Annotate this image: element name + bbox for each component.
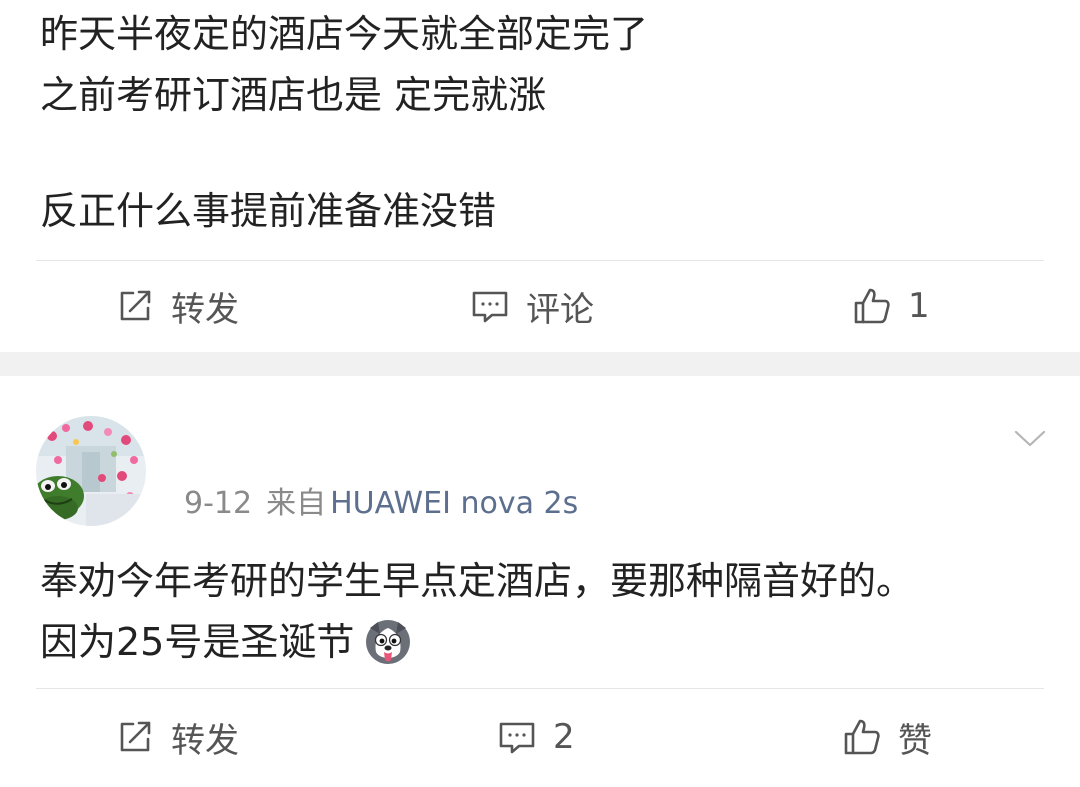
post-text-line-with-emoji: 因为25号是圣诞节 [40, 612, 914, 673]
post-text-line: 反正什么事提前准备准没错 [40, 189, 497, 233]
comment-label: 评论 [526, 289, 594, 330]
like-label: 赞 [898, 720, 932, 761]
post-text-line: 奉劝今年考研的学生早点定酒店，要那种隔音好的。 [40, 559, 915, 603]
post-separator [0, 352, 1080, 376]
device-link[interactable]: HUAWEI nova 2s [330, 486, 578, 521]
thumbs-up-icon [842, 717, 882, 757]
repost-label: 转发 [171, 289, 239, 330]
action-bar: 转发 2 赞 [0, 702, 1080, 772]
like-button[interactable]: 赞 [842, 702, 932, 772]
repost-icon [115, 717, 155, 757]
post-text-line: 因为25号是圣诞节 [40, 620, 355, 664]
post-card-1: 昨天半夜定的酒店今天就全部定完了 之前考研订酒店也是 定完就涨 反正什么事提前准… [0, 0, 1080, 352]
avatar[interactable] [36, 416, 146, 526]
post-text-line: 昨天半夜定的酒店今天就全部定完了 [40, 12, 649, 56]
repost-button[interactable]: 转发 [115, 271, 239, 341]
post-body: 奉劝今年考研的学生早点定酒店，要那种隔音好的。 因为25号是圣诞节 [40, 551, 914, 673]
post-body: 昨天半夜定的酒店今天就全部定完了 之前考研订酒店也是 定完就涨 反正什么事提前准… [40, 4, 648, 242]
like-button[interactable]: 1 [852, 271, 930, 341]
source-prefix: 来自 [266, 486, 327, 521]
divider [36, 260, 1044, 261]
repost-icon [115, 286, 155, 326]
post-text-line: 之前考研订酒店也是 定完就涨 [40, 73, 547, 117]
post-date: 9-12 [184, 486, 253, 521]
comment-icon [497, 717, 537, 757]
repost-label: 转发 [171, 720, 239, 761]
divider [36, 688, 1044, 689]
like-count: 1 [908, 286, 930, 326]
comment-count: 2 [553, 717, 575, 757]
husky-face-emoji [364, 618, 412, 666]
comment-button[interactable]: 2 [497, 702, 575, 772]
comment-icon [470, 286, 510, 326]
chevron-down-icon[interactable] [1012, 426, 1048, 450]
thumbs-up-icon [852, 286, 892, 326]
action-bar: 转发 评论 1 [0, 271, 1080, 341]
post-meta: 9-12 来自 HUAWEI nova 2s [184, 484, 578, 524]
post-card-2: 9-12 来自 HUAWEI nova 2s 奉劝今年考研的学生早点定酒店，要那种隔… [0, 376, 1080, 787]
comment-button[interactable]: 评论 [470, 271, 594, 341]
repost-button[interactable]: 转发 [115, 702, 239, 772]
